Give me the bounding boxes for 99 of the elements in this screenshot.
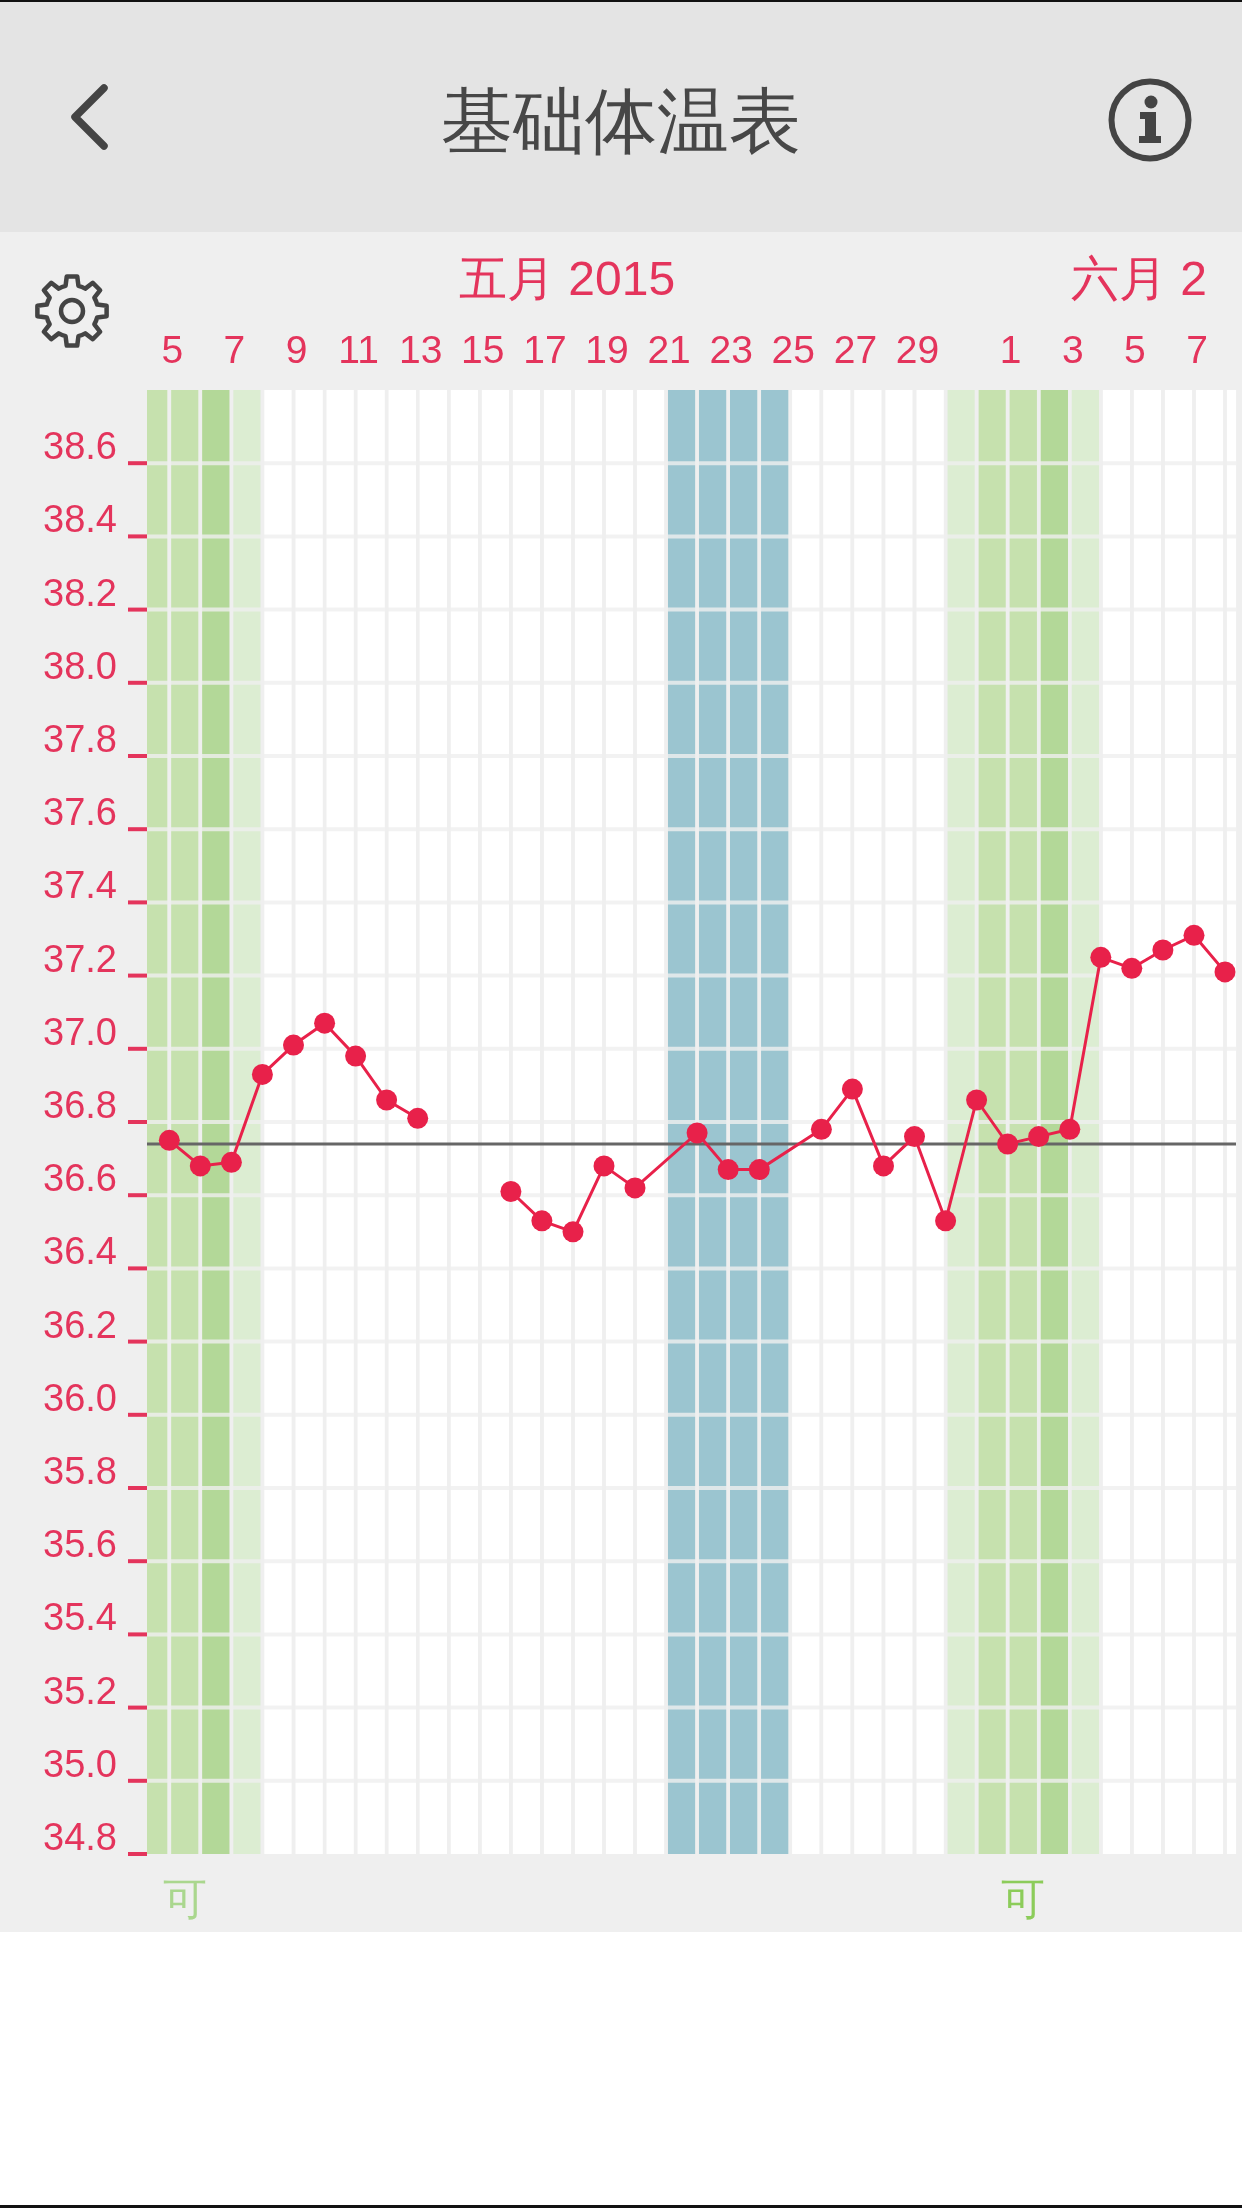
data-point bbox=[686, 1122, 708, 1144]
data-point bbox=[966, 1089, 988, 1111]
tick-mark bbox=[128, 1559, 147, 1564]
tick-mark bbox=[128, 900, 147, 905]
tick-mark bbox=[128, 1412, 147, 1417]
data-point bbox=[624, 1177, 646, 1199]
temperature-label: 37.8 bbox=[43, 718, 117, 760]
day-label: 17 bbox=[523, 328, 567, 371]
day-label: 3 bbox=[1061, 328, 1084, 371]
temperature-label: 34.8 bbox=[43, 1816, 117, 1858]
data-point bbox=[1183, 924, 1205, 946]
data-point bbox=[810, 1118, 832, 1140]
tick-mark bbox=[128, 827, 147, 832]
nav-title: 基础体温表 bbox=[441, 85, 801, 157]
temperature-label: 36.0 bbox=[43, 1376, 117, 1419]
temperature-label: 37.0 bbox=[43, 1010, 117, 1053]
data-point bbox=[997, 1133, 1019, 1155]
day-label: 5 bbox=[161, 328, 184, 371]
data-point bbox=[1028, 1126, 1050, 1148]
tick-mark bbox=[128, 1632, 147, 1637]
tick-mark bbox=[128, 754, 147, 758]
tick-mark bbox=[128, 1120, 147, 1124]
data-point bbox=[283, 1034, 304, 1056]
day-label: 25 bbox=[771, 328, 815, 371]
temperature-label: 36.4 bbox=[43, 1230, 117, 1273]
temperature-label: 36.6 bbox=[43, 1157, 117, 1200]
tick-mark bbox=[128, 1852, 147, 1856]
settings-button[interactable] bbox=[32, 271, 112, 351]
tick-mark bbox=[128, 461, 147, 466]
day-label: 11 bbox=[338, 328, 379, 371]
day-label: 21 bbox=[647, 328, 691, 371]
data-point bbox=[1090, 946, 1112, 968]
day-label: 13 bbox=[399, 328, 443, 371]
day-label: 19 bbox=[585, 328, 629, 371]
data-point bbox=[407, 1107, 429, 1129]
temperature-label: 37.4 bbox=[43, 864, 117, 907]
day-label: 23 bbox=[709, 328, 753, 371]
data-point bbox=[904, 1126, 925, 1148]
tick-mark bbox=[128, 973, 147, 978]
data-point bbox=[251, 1063, 273, 1085]
tick-mark bbox=[128, 1046, 147, 1051]
month-label: 五月 2015 bbox=[459, 252, 676, 305]
day-label: 7 bbox=[223, 328, 246, 371]
data-point bbox=[717, 1159, 739, 1181]
info-icon bbox=[1108, 78, 1192, 162]
day-label: 29 bbox=[895, 328, 940, 371]
back-button[interactable] bbox=[68, 84, 110, 150]
data-point bbox=[189, 1155, 211, 1177]
chevron-left-icon bbox=[68, 84, 110, 150]
temperature-label: 37.2 bbox=[43, 937, 117, 980]
tick-mark bbox=[128, 1486, 147, 1490]
data-point bbox=[1152, 939, 1174, 961]
day-label: 15 bbox=[461, 328, 505, 371]
data-point bbox=[1121, 957, 1143, 979]
temperature-label: 38.0 bbox=[43, 644, 117, 687]
day-label: 1 bbox=[999, 328, 1022, 371]
data-point bbox=[562, 1221, 584, 1243]
temperature-label: 35.0 bbox=[43, 1742, 117, 1785]
temperature-label: 35.4 bbox=[43, 1596, 117, 1639]
tick-mark bbox=[128, 1193, 147, 1198]
tick-mark bbox=[128, 607, 147, 612]
temperature-label: 35.2 bbox=[43, 1669, 117, 1712]
data-point bbox=[531, 1210, 553, 1232]
data-point bbox=[935, 1210, 957, 1232]
temperature-label: 38.2 bbox=[43, 571, 117, 614]
day-label: 7 bbox=[1186, 328, 1208, 371]
temperature-label: 38.6 bbox=[43, 425, 117, 468]
data-point bbox=[500, 1181, 522, 1202]
day-label: 27 bbox=[833, 328, 878, 371]
tick-mark bbox=[128, 680, 147, 685]
data-point bbox=[345, 1045, 367, 1067]
tick-mark bbox=[128, 534, 147, 539]
tick-mark bbox=[128, 1339, 147, 1344]
temperature-label: 37.6 bbox=[43, 791, 117, 834]
data-point bbox=[1214, 961, 1236, 983]
data-point bbox=[158, 1129, 180, 1151]
data-point bbox=[873, 1155, 894, 1177]
temperature-label: 36.8 bbox=[43, 1084, 117, 1126]
data-point bbox=[593, 1155, 615, 1177]
tick-mark bbox=[128, 1705, 147, 1710]
data-point bbox=[314, 1012, 336, 1034]
tick-mark bbox=[128, 1778, 147, 1783]
data-point bbox=[1059, 1118, 1081, 1140]
day-mark-label: 可 bbox=[162, 1874, 207, 1923]
day-label: 9 bbox=[285, 328, 308, 371]
day-mark-label: 可 bbox=[1001, 1874, 1046, 1923]
temperature-label: 36.2 bbox=[43, 1303, 117, 1346]
temperature-label: 38.4 bbox=[43, 498, 117, 541]
info-button[interactable] bbox=[1108, 78, 1192, 162]
day-label: 5 bbox=[1123, 328, 1146, 371]
data-point bbox=[748, 1159, 770, 1181]
temperature-label: 35.6 bbox=[43, 1523, 117, 1566]
data-point bbox=[376, 1089, 398, 1111]
data-point bbox=[841, 1078, 863, 1100]
settings-icon bbox=[32, 271, 112, 351]
temperature-label: 35.8 bbox=[43, 1450, 117, 1492]
data-point bbox=[220, 1151, 242, 1173]
month-label: 六月 2 bbox=[1071, 252, 1208, 305]
tick-mark bbox=[128, 1266, 147, 1271]
